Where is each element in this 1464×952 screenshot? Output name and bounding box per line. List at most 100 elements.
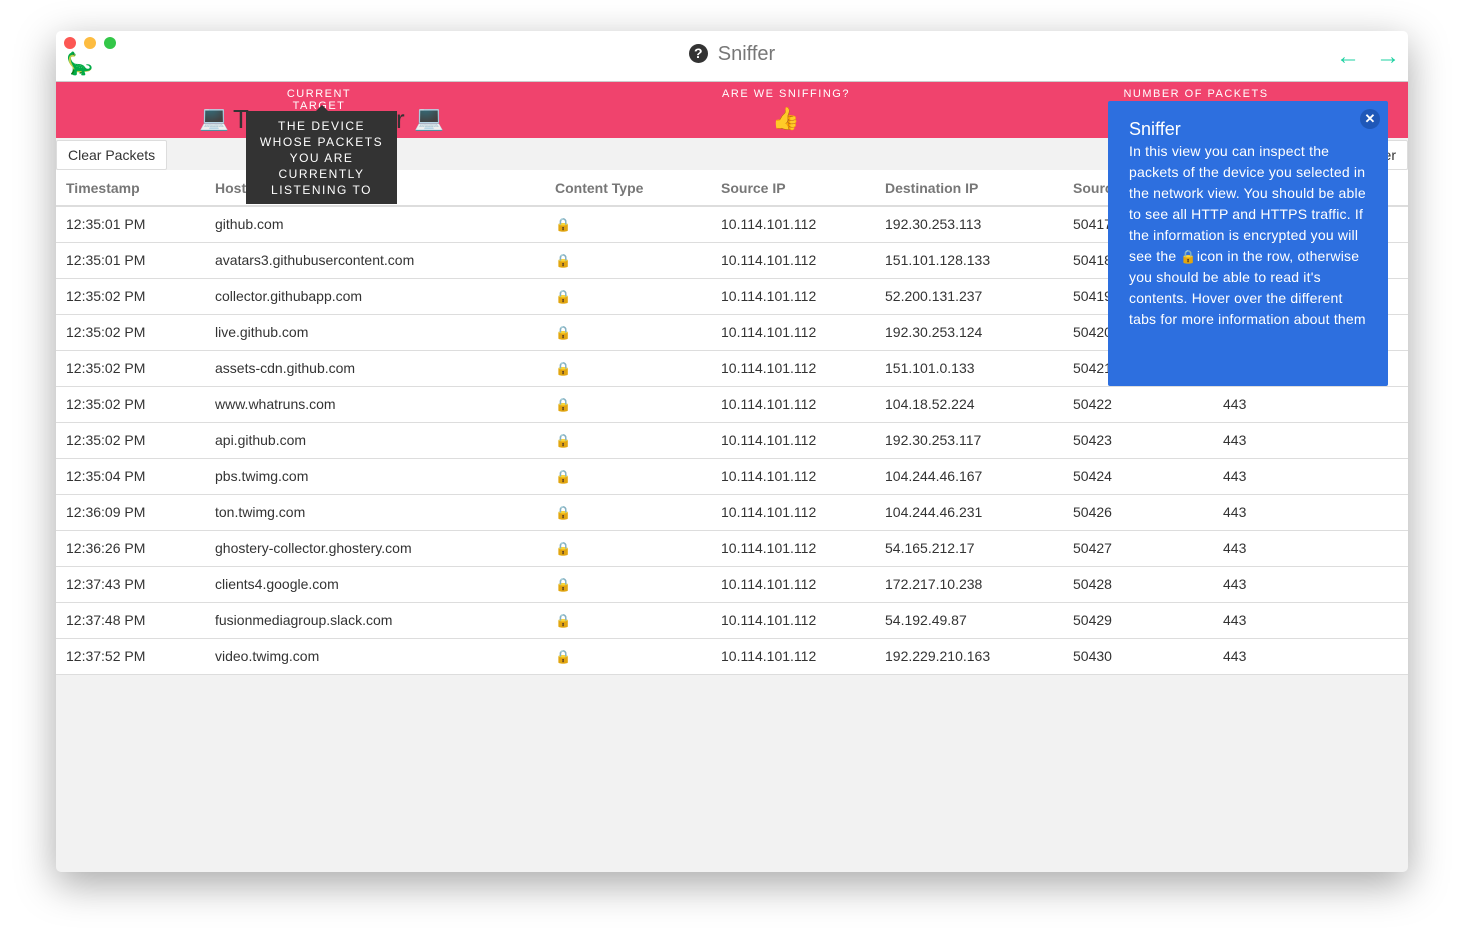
- table-row[interactable]: 12:37:52 PM video.twimg.com 🔒 10.114.101.11…: [56, 638, 1408, 675]
- table-cell: 104.244.46.231: [875, 494, 1063, 531]
- current-target-tooltip: THE DEVICE WHOSE PACKETS YOU ARE CURRENT…: [246, 105, 397, 204]
- table-cell: 10.114.101.112: [711, 242, 875, 279]
- lock-icon: 🔒: [545, 566, 711, 603]
- table-cell: 10.114.101.112: [711, 422, 875, 459]
- table-cell: 12:35:01 PM: [56, 206, 205, 243]
- table-cell: 10.114.101.112: [711, 458, 875, 495]
- title-text: Sniffer: [717, 43, 776, 65]
- table-cell: 10.114.101.112: [711, 278, 875, 315]
- table-cell: 50424: [1063, 458, 1213, 495]
- lock-icon: 🔒: [545, 530, 711, 567]
- table-row[interactable]: 12:35:04 PM pbs.twimg.com 🔒 10.114.101.112 1…: [56, 458, 1408, 495]
- close-icon[interactable]: ✕: [1360, 109, 1380, 129]
- table-cell: 10.114.101.112: [711, 602, 875, 639]
- table-cell: avatars3.githubusercontent.com: [205, 242, 545, 279]
- table-cell: 12:35:02 PM: [56, 386, 205, 423]
- table-cell: 50422: [1063, 386, 1213, 423]
- table-cell: live.github.com: [205, 314, 545, 351]
- table-cell: collector.githubapp.com: [205, 278, 545, 315]
- window-title: ? Sniffer: [56, 43, 1408, 66]
- table-cell: 10.114.101.112: [711, 206, 875, 243]
- table-cell: 12:35:04 PM: [56, 458, 205, 495]
- table-cell: www.whatruns.com: [205, 386, 545, 423]
- popover-text: In this view you can inspect the packets…: [1129, 141, 1367, 330]
- table-cell: 10.114.101.112: [711, 530, 875, 567]
- table-cell: 443: [1213, 602, 1408, 639]
- table-cell: 10.114.101.112: [711, 386, 875, 423]
- laptop-icon: 💻: [199, 105, 229, 132]
- table-cell: 443: [1213, 386, 1408, 423]
- table-cell: assets-cdn.github.com: [205, 350, 545, 387]
- table-cell: fusionmediagroup.slack.com: [205, 602, 545, 639]
- table-cell: 104.18.52.224: [875, 386, 1063, 423]
- table-cell: 10.114.101.112: [711, 494, 875, 531]
- column-header[interactable]: Source IP: [711, 170, 875, 207]
- lock-icon: 🔒: [545, 206, 711, 243]
- table-cell: ton.twimg.com: [205, 494, 545, 531]
- table-cell: 12:37:43 PM: [56, 566, 205, 603]
- table-cell: 192.30.253.117: [875, 422, 1063, 459]
- table-cell: 12:36:26 PM: [56, 530, 205, 567]
- packets-label[interactable]: NUMBER OF PACKETS: [1116, 88, 1276, 100]
- table-cell: 192.229.210.163: [875, 638, 1063, 675]
- table-cell: 12:37:48 PM: [56, 602, 205, 639]
- table-cell: 104.244.46.167: [875, 458, 1063, 495]
- table-cell: 443: [1213, 638, 1408, 675]
- table-cell: 54.165.212.17: [875, 530, 1063, 567]
- table-cell: 10.114.101.112: [711, 350, 875, 387]
- table-cell: api.github.com: [205, 422, 545, 459]
- table-cell: 172.217.10.238: [875, 566, 1063, 603]
- table-cell: 50423: [1063, 422, 1213, 459]
- table-cell: video.twimg.com: [205, 638, 545, 675]
- table-cell: 10.114.101.112: [711, 566, 875, 603]
- thumbs-up-icon: 👍: [772, 106, 800, 131]
- table-cell: 50428: [1063, 566, 1213, 603]
- table-cell: 151.101.128.133: [875, 242, 1063, 279]
- table-cell: 12:35:01 PM: [56, 242, 205, 279]
- table-cell: 443: [1213, 458, 1408, 495]
- popover-text-before: In this view you can inspect the packets…: [1129, 143, 1366, 264]
- table-row[interactable]: 12:36:26 PM ghostery-collector.ghostery.c…: [56, 530, 1408, 567]
- table-cell: 12:35:02 PM: [56, 422, 205, 459]
- table-cell: 443: [1213, 530, 1408, 567]
- table-row[interactable]: 12:37:43 PM clients4.google.com 🔒 10.114.10…: [56, 566, 1408, 603]
- lock-icon: 🔒: [545, 422, 711, 459]
- table-cell: github.com: [205, 206, 545, 243]
- popover-title: Sniffer: [1129, 119, 1181, 139]
- table-row[interactable]: 12:35:02 PM www.whatruns.com 🔒 10.114.101.1…: [56, 386, 1408, 423]
- table-cell: pbs.twimg.com: [205, 458, 545, 495]
- question-circle-icon[interactable]: ?: [688, 44, 708, 63]
- table-cell: clients4.google.com: [205, 566, 545, 603]
- arrow-right-icon[interactable]: →: [1376, 43, 1400, 71]
- table-cell: ghostery-collector.ghostery.com: [205, 530, 545, 567]
- column-header[interactable]: Content Type: [545, 170, 711, 207]
- table-row[interactable]: 12:36:09 PM ton.twimg.com 🔒 10.114.101.112 1…: [56, 494, 1408, 531]
- table-cell: 192.30.253.113: [875, 206, 1063, 243]
- column-header[interactable]: Destination IP: [875, 170, 1063, 207]
- table-cell: 151.101.0.133: [875, 350, 1063, 387]
- table-cell: 443: [1213, 566, 1408, 603]
- current-target-value-suffix: r: [396, 104, 405, 134]
- table-cell: 50429: [1063, 602, 1213, 639]
- table-cell: 12:35:02 PM: [56, 314, 205, 351]
- lock-icon: 🔒: [545, 350, 711, 387]
- help-popover: ✕ Sniffer In this view you can inspect t…: [1108, 101, 1388, 386]
- table-cell: 50430: [1063, 638, 1213, 675]
- table-cell: 12:35:02 PM: [56, 350, 205, 387]
- table-cell: 10.114.101.112: [711, 314, 875, 351]
- table-row[interactable]: 12:37:48 PM fusionmediagroup.slack.com 🔒 10…: [56, 602, 1408, 639]
- table-cell: 12:37:52 PM: [56, 638, 205, 675]
- lock-icon: 🔒: [545, 602, 711, 639]
- laptop-icon: 💻: [414, 105, 444, 132]
- clear-packets-button[interactable]: Clear Packets: [56, 140, 168, 170]
- table-cell: 54.192.49.87: [875, 602, 1063, 639]
- sniffing-label[interactable]: ARE WE SNIFFING?: [716, 88, 856, 100]
- table-cell: 443: [1213, 494, 1408, 531]
- column-header[interactable]: Timestamp: [56, 170, 205, 207]
- table-row[interactable]: 12:35:02 PM api.github.com 🔒 10.114.101.112…: [56, 422, 1408, 459]
- lock-icon: 🔒: [545, 638, 711, 675]
- arrow-left-icon[interactable]: ←: [1336, 43, 1360, 71]
- lock-icon: 🔒: [545, 314, 711, 351]
- lock-icon: 🔒: [545, 494, 711, 531]
- lock-icon: 🔒: [545, 458, 711, 495]
